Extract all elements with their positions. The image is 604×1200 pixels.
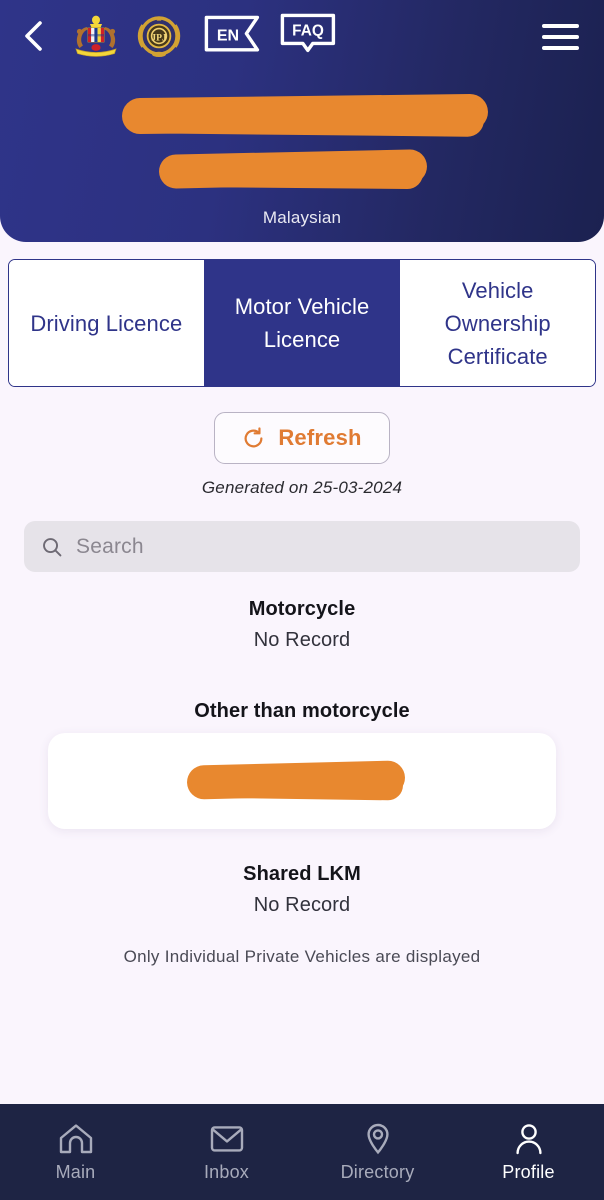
hamburger-menu-icon[interactable] (542, 19, 580, 53)
nav-item-directory[interactable]: Directory (302, 1122, 453, 1183)
faq-badge[interactable]: FAQ (280, 13, 336, 60)
search-icon (43, 537, 62, 556)
app-header: JPJ EN FAQ Malaysian (0, 0, 604, 242)
nav-label-inbox: Inbox (203, 1161, 250, 1182)
nav-label-profile: Profile (502, 1161, 555, 1182)
search-bar[interactable]: Search (24, 521, 580, 572)
search-input[interactable]: Search (76, 535, 144, 559)
header-toolbar: JPJ EN FAQ (0, 0, 604, 72)
faq-bubble-icon: FAQ (280, 13, 336, 52)
jata-negara-emblem (75, 15, 117, 57)
language-badge[interactable]: EN (204, 15, 260, 58)
refresh-button[interactable]: Refresh (214, 412, 390, 464)
map-pin-icon (366, 1123, 389, 1154)
chevron-left-icon (25, 21, 42, 51)
nav-label-directory: Directory (340, 1161, 415, 1182)
refresh-section: Refresh Generated on 25-03-2024 (0, 412, 604, 498)
redacted-id-stroke-overlap (162, 155, 424, 190)
nav-item-inbox[interactable]: Inbox (151, 1122, 302, 1183)
redacted-vehicle-stroke-overlap (190, 767, 404, 801)
redacted-identity (0, 72, 604, 190)
section-title-motorcycle: Motorcycle (248, 598, 356, 620)
nav-label-main: Main (55, 1161, 96, 1182)
refresh-icon (244, 426, 263, 447)
svg-text:JPJ: JPJ (151, 33, 167, 44)
bottom-navigation: Main Inbox Directory Profile (0, 1104, 604, 1200)
section-value-motorcycle: No Record (253, 629, 351, 651)
section-title-shared-lkm: Shared LKM (243, 863, 361, 885)
tab-motor-vehicle-licence[interactable]: Motor Vehicle Licence (204, 260, 401, 386)
envelope-icon (210, 1125, 243, 1152)
refresh-button-label: Refresh (278, 425, 362, 450)
nav-item-profile[interactable]: Profile (453, 1122, 604, 1183)
section-title-other-than-motorcycle: Other than motorcycle (194, 700, 410, 722)
language-ribbon-icon: EN (204, 15, 260, 51)
licence-content: Motorcycle No Record Other than motorcyc… (0, 572, 604, 1104)
vehicle-record-card[interactable] (48, 733, 556, 829)
section-value-shared-lkm: No Record (253, 894, 351, 916)
redacted-name-stroke-overlap (125, 100, 485, 137)
nationality-label: Malaysian (262, 208, 342, 227)
tab-driving-licence[interactable]: Driving Licence (9, 260, 205, 386)
jpj-emblem: JPJ (137, 16, 181, 58)
generated-on-text: Generated on 25-03-2024 (201, 478, 403, 497)
nav-item-main[interactable]: Main (0, 1122, 151, 1183)
tab-vehicle-ownership-certificate[interactable]: Vehicle Ownership Certificate (400, 260, 595, 386)
person-icon (515, 1123, 542, 1154)
licence-tab-bar: Driving Licence Motor Vehicle Licence Ve… (8, 259, 596, 387)
language-badge-label: EN (217, 27, 239, 44)
home-icon (59, 1123, 92, 1153)
disclaimer-text: Only Individual Private Vehicles are dis… (123, 947, 481, 966)
app-screen: JPJ EN FAQ Malaysian Driving Licence Mot… (0, 0, 604, 1200)
back-button[interactable] (22, 14, 56, 58)
faq-badge-label: FAQ (292, 22, 324, 39)
